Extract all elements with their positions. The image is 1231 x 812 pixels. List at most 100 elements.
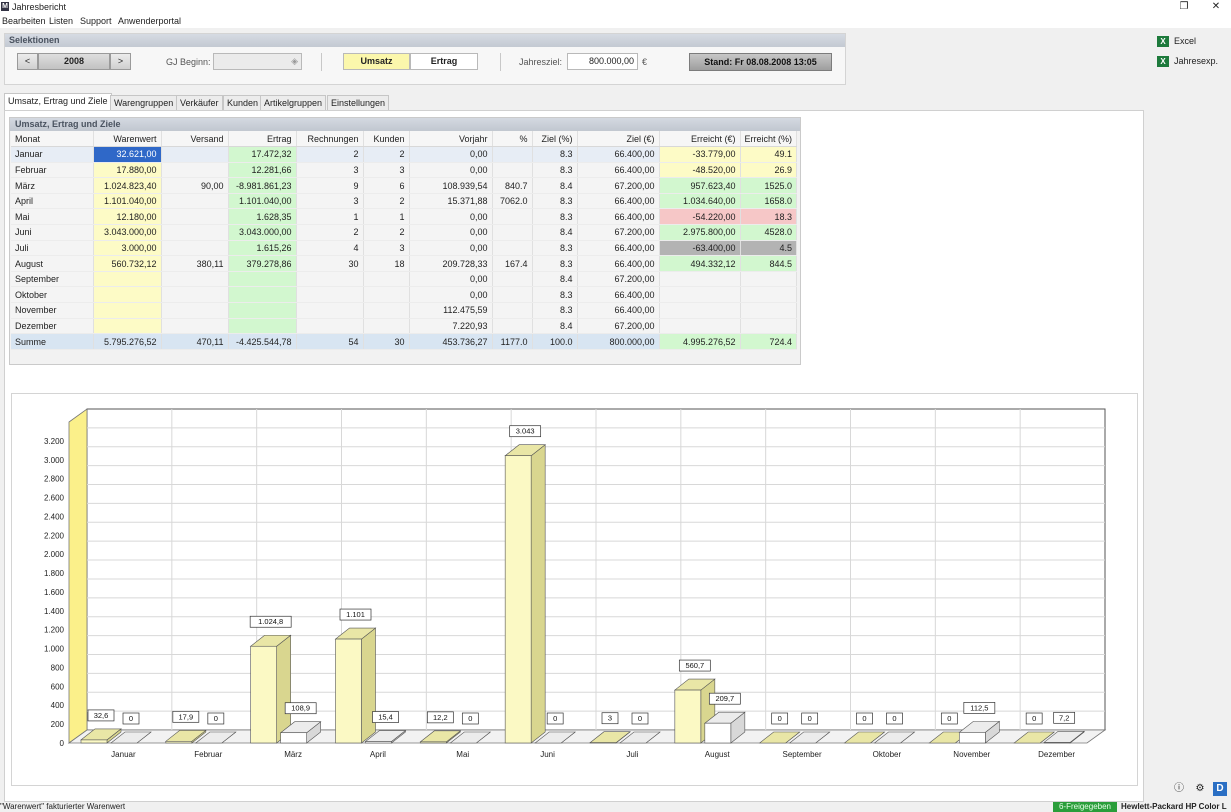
table-cell[interactable]: 453.736,27 xyxy=(409,333,493,350)
tab-artikelgruppen[interactable]: Artikelgruppen xyxy=(260,95,327,110)
column-header[interactable]: Ziel (%) xyxy=(532,131,578,148)
table-cell[interactable] xyxy=(740,271,798,288)
table-cell[interactable] xyxy=(93,271,162,288)
table-cell[interactable]: 494.332,12 xyxy=(659,255,741,272)
table-cell[interactable]: 112.475,59 xyxy=(409,302,493,319)
table-cell[interactable]: 7.220,93 xyxy=(409,318,493,335)
table-cell[interactable]: 4.5 xyxy=(740,240,798,257)
table-cell[interactable]: 8.4 xyxy=(532,318,578,335)
table-cell[interactable]: 30 xyxy=(296,255,364,272)
table-row[interactable]: Mai 12.180,00 1.628,35 1 1 0,00 8.3 66.400,00 -5… xyxy=(11,208,798,226)
table-cell[interactable] xyxy=(161,240,229,257)
table-cell[interactable]: 8.3 xyxy=(532,193,578,210)
gj-beginn-dropdown[interactable]: ◈ xyxy=(213,53,302,70)
close-icon[interactable]: ✕ xyxy=(1210,1,1222,12)
table-cell[interactable]: 1.034.640,00 xyxy=(659,193,741,210)
table-cell[interactable] xyxy=(740,286,798,304)
table-cell[interactable]: 18.3 xyxy=(740,208,798,226)
table-cell[interactable]: 3 xyxy=(363,162,410,179)
table-cell[interactable]: 1.101.040,00 xyxy=(93,193,162,210)
table-cell[interactable]: 0,00 xyxy=(409,271,493,288)
table-cell[interactable]: 800.000,00 xyxy=(577,333,660,350)
table-cell[interactable]: -8.981.861,23 xyxy=(228,177,297,194)
table-cell[interactable] xyxy=(228,302,297,319)
table-cell[interactable]: 67.200,00 xyxy=(577,177,660,194)
tab-einstellungen[interactable]: Einstellungen xyxy=(327,95,390,110)
table-cell[interactable]: Februar xyxy=(11,162,94,179)
table-cell[interactable]: 26.9 xyxy=(740,162,798,179)
table-cell[interactable] xyxy=(492,302,533,319)
table-cell[interactable] xyxy=(492,208,533,226)
column-header[interactable]: Erreicht (€) xyxy=(659,131,741,148)
table-cell[interactable]: 66.400,00 xyxy=(577,208,660,226)
table-cell[interactable] xyxy=(161,302,229,319)
table-cell[interactable]: 3.043.000,00 xyxy=(228,224,297,241)
table-cell[interactable] xyxy=(296,286,364,304)
table-cell[interactable]: 9 xyxy=(296,177,364,194)
table-cell[interactable]: 0,00 xyxy=(409,224,493,241)
table-cell[interactable]: 6 xyxy=(363,177,410,194)
table-cell[interactable]: 0,00 xyxy=(409,162,493,179)
table-cell[interactable]: 66.400,00 xyxy=(577,162,660,179)
tab-kunden[interactable]: Kunden xyxy=(223,95,263,110)
table-cell[interactable]: 8.3 xyxy=(532,208,578,226)
table-row[interactable]: Februar 17.880,00 12.281,66 3 3 0,00 8.3 66.400… xyxy=(11,162,798,179)
table-cell[interactable]: 66.400,00 xyxy=(577,255,660,272)
table-cell[interactable]: 90,00 xyxy=(161,177,229,194)
table-cell[interactable]: 1177.0 xyxy=(492,333,533,350)
table-cell[interactable]: 1658.0 xyxy=(740,193,798,210)
table-row[interactable]: Dezember 7.220,93 8.4 67.200,00 xyxy=(11,318,798,335)
table-cell[interactable]: 67.200,00 xyxy=(577,271,660,288)
d-logo-icon[interactable]: D xyxy=(1213,782,1227,796)
table-cell[interactable]: 209.728,33 xyxy=(409,255,493,272)
table-cell[interactable] xyxy=(492,286,533,304)
table-cell[interactable]: 66.400,00 xyxy=(577,240,660,257)
table-cell[interactable] xyxy=(228,271,297,288)
table-cell[interactable] xyxy=(161,208,229,226)
table-cell[interactable]: 30 xyxy=(363,333,410,350)
table-cell[interactable]: -33.779,00 xyxy=(659,146,741,163)
table-cell[interactable] xyxy=(161,193,229,210)
table-cell[interactable]: 1525.0 xyxy=(740,177,798,194)
table-cell[interactable]: 4.995.276,52 xyxy=(659,333,741,350)
table-cell[interactable] xyxy=(296,302,364,319)
table-cell[interactable]: 49.1 xyxy=(740,146,798,163)
table-cell[interactable]: 0,00 xyxy=(409,208,493,226)
table-cell[interactable] xyxy=(492,271,533,288)
menu-support[interactable]: Support xyxy=(80,16,112,26)
table-cell[interactable]: August xyxy=(11,255,94,272)
prev-year-button[interactable]: < xyxy=(17,53,38,70)
table-cell[interactable]: 17.472,32 xyxy=(228,146,297,163)
table-cell[interactable] xyxy=(740,318,798,335)
table-cell[interactable] xyxy=(363,318,410,335)
table-cell[interactable] xyxy=(161,146,229,163)
table-cell[interactable]: 66.400,00 xyxy=(577,193,660,210)
excel-button[interactable]: X Excel xyxy=(1157,36,1196,48)
table-cell[interactable]: -63.400,00 xyxy=(659,240,741,257)
table-cell[interactable]: 1.024.823,40 xyxy=(93,177,162,194)
table-cell[interactable]: 8.3 xyxy=(532,255,578,272)
table-cell[interactable]: -4.425.544,78 xyxy=(228,333,297,350)
table-cell[interactable] xyxy=(659,271,741,288)
table-cell[interactable]: 0,00 xyxy=(409,146,493,163)
table-cell[interactable]: 66.400,00 xyxy=(577,286,660,304)
table-cell[interactable]: April xyxy=(11,193,94,210)
umsatz-toggle[interactable]: Umsatz xyxy=(343,53,410,70)
table-cell[interactable]: 0,00 xyxy=(409,240,493,257)
table-cell[interactable]: 15.371,88 xyxy=(409,193,493,210)
table-cell[interactable]: Januar xyxy=(11,146,94,163)
table-cell[interactable]: 1 xyxy=(363,208,410,226)
table-cell[interactable] xyxy=(228,318,297,335)
table-cell[interactable]: 8.3 xyxy=(532,302,578,319)
table-cell[interactable]: 32.621,00 xyxy=(93,146,162,163)
table-cell[interactable] xyxy=(161,286,229,304)
table-cell[interactable]: Summe xyxy=(11,333,94,350)
table-cell[interactable]: 1 xyxy=(296,208,364,226)
menu-bearbeiten[interactable]: Bearbeiten xyxy=(2,16,46,26)
table-cell[interactable]: März xyxy=(11,177,94,194)
menu-anwenderportal[interactable]: Anwenderportal xyxy=(118,16,181,26)
table-cell[interactable]: 8.3 xyxy=(532,286,578,304)
table-row[interactable]: Januar 32.621,00 17.472,32 2 2 0,00 8.3 66.400,… xyxy=(11,146,798,163)
table-cell[interactable] xyxy=(161,271,229,288)
info-icon[interactable]: ⓘ xyxy=(1172,782,1186,796)
